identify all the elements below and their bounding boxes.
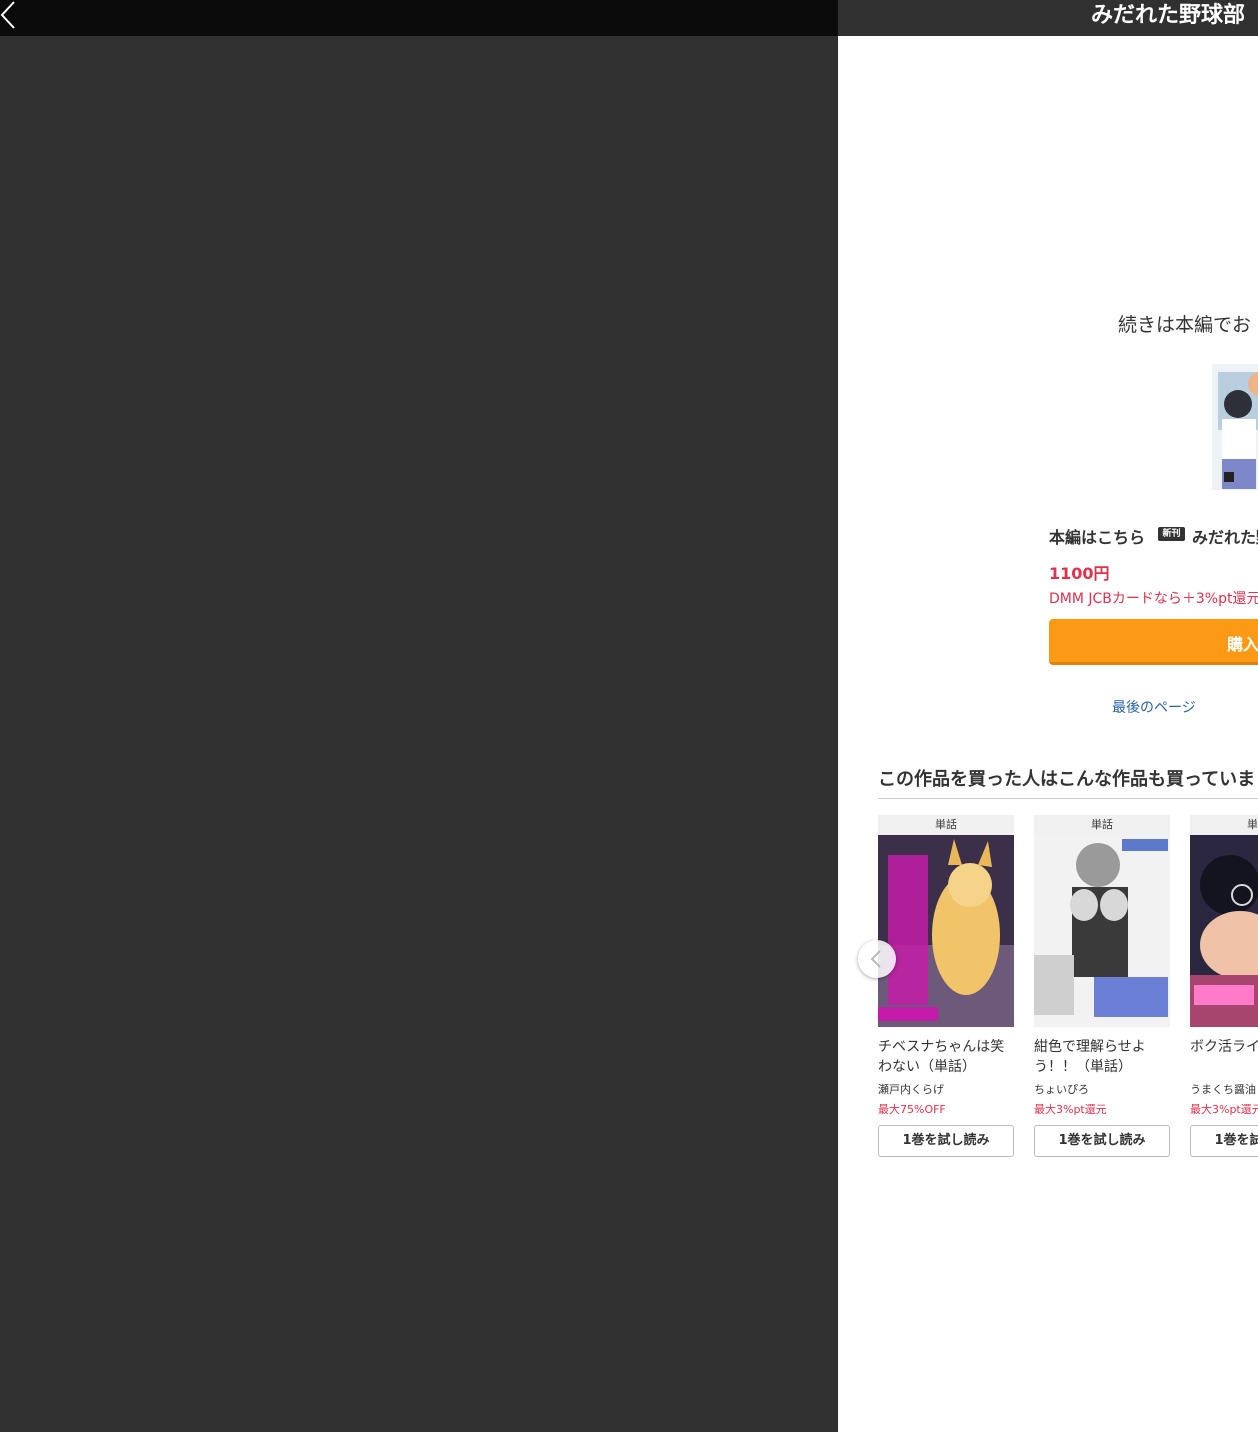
card-cover-image[interactable]	[1190, 835, 1258, 1027]
point-return-note: DMM JCBカードなら＋3%pt還元	[1049, 591, 1258, 607]
card-discount: 最大75%OFF	[878, 1103, 946, 1116]
recommendation-card[interactable]: 単話 ボク活ライ うまくち醤油 最大3%pt還元 1巻を試し読み	[1190, 815, 1258, 1157]
card-discount: 最大3%pt還元	[1034, 1103, 1107, 1116]
card-author[interactable]: うまくち醤油	[1190, 1081, 1258, 1099]
carousel-prev-button[interactable]	[858, 940, 896, 978]
buy-button-label: 購入	[1227, 635, 1258, 654]
main-volume-title[interactable]: みだれた野	[1192, 524, 1258, 548]
cover-image	[1212, 364, 1258, 490]
card-tag: 単話	[1034, 815, 1170, 835]
viewer-page-area[interactable]	[0, 36, 838, 1432]
card-title[interactable]: チベスナちゃんは笑わない（単話）	[878, 1037, 1008, 1077]
card-author[interactable]: ちょいぴろ	[1034, 1081, 1170, 1099]
work-title: みだれた野球部	[1091, 3, 1246, 28]
card-tag: 単話	[1190, 815, 1258, 835]
card-title[interactable]: ボク活ライ	[1190, 1037, 1258, 1077]
main-volume-cover[interactable]	[1212, 364, 1258, 490]
continue-message: 続きは本編でお	[1118, 314, 1252, 336]
card-author[interactable]: 瀬戸内くらげ	[878, 1081, 1014, 1099]
cover-image	[1190, 835, 1258, 1027]
price: 1100円	[1049, 564, 1110, 583]
chevron-left-icon	[870, 950, 881, 968]
end-of-sample-panel: 続きは本編でお 本編はこちら 新刊 みだれた野 1100円 DMM JCBカード…	[838, 36, 1258, 1432]
card-cover-image[interactable]	[1034, 835, 1170, 1027]
card-title[interactable]: 紺色で理解らせよう！！（単話）	[1034, 1037, 1164, 1077]
trial-read-button[interactable]: 1巻を試し読み	[878, 1125, 1014, 1157]
divider	[878, 798, 1258, 799]
trial-read-button[interactable]: 1巻を試し読み	[1190, 1125, 1258, 1157]
recommendation-card[interactable]: 単話 紺色で理解らせよう！！（単話） ちょいぴろ 最大3%pt還元 1巻を試し読…	[1034, 815, 1170, 1157]
recommendations-heading: この作品を買った人はこんな作品も買っていま	[878, 769, 1256, 790]
card-discount: 最大3%pt還元	[1190, 1103, 1258, 1116]
back-button[interactable]	[0, 0, 24, 30]
card-cover-image[interactable]	[878, 835, 1014, 1027]
main-volume-label: 本編はこちら	[1049, 528, 1146, 547]
chevron-left-icon	[0, 1, 15, 29]
trial-read-button[interactable]: 1巻を試し読み	[1034, 1125, 1170, 1157]
cover-image	[1034, 835, 1170, 1027]
last-page-link[interactable]: 最後のページ	[1112, 697, 1196, 717]
recommendation-card[interactable]: 単話 チベスナちゃんは笑わない（単話） 瀬戸内くらげ 最大75%OFF 1巻を試…	[878, 815, 1014, 1157]
cover-image	[878, 835, 1014, 1027]
buy-button[interactable]: 購入	[1049, 619, 1258, 665]
card-tag: 単話	[878, 815, 1014, 835]
new-release-badge: 新刊	[1158, 527, 1185, 541]
